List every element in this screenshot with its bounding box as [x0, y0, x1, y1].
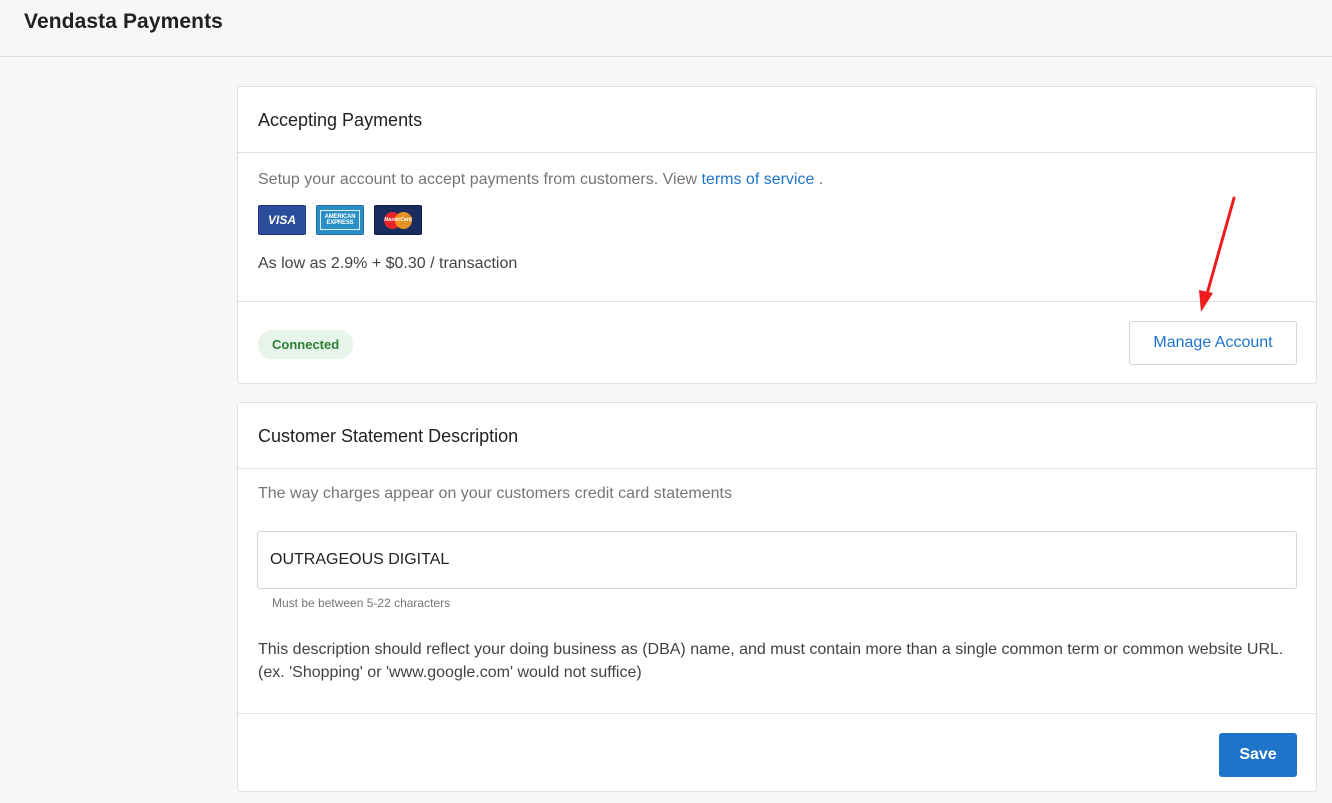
visa-icon: VISA: [258, 205, 306, 235]
visa-label: VISA: [267, 213, 296, 227]
statement-title: Customer Statement Description: [238, 403, 1316, 469]
statement-note: This description should reflect your doi…: [258, 641, 1284, 681]
statement-hint: Must be between 5-22 characters: [272, 596, 451, 610]
statement-description: The way charges appear on your customers…: [258, 485, 732, 502]
manage-account-button[interactable]: Manage Account: [1129, 321, 1297, 365]
accepting-payments-title: Accepting Payments: [238, 87, 1316, 153]
statement-descriptor-input[interactable]: OUTRAGEOUS DIGITAL: [257, 531, 1297, 589]
statement-footer: Save: [238, 713, 1316, 803]
terms-of-service-link[interactable]: terms of service: [701, 171, 814, 188]
accepting-payments-footer: Connected Manage Account: [238, 301, 1316, 383]
mastercard-label: MasterCard: [384, 217, 412, 223]
card-brands: VISA AMERICAN EXPRESS MasterCard: [258, 205, 1296, 235]
app-title: Vendasta Payments: [24, 10, 223, 33]
accepting-payments-body: Setup your account to accept payments fr…: [238, 153, 1316, 301]
amex-label: AMERICAN EXPRESS: [320, 210, 360, 230]
setup-text-lead: Setup your account to accept payments fr…: [258, 171, 702, 188]
top-bar: Vendasta Payments: [0, 0, 1332, 57]
setup-text: Setup your account to accept payments fr…: [258, 171, 1296, 189]
mastercard-icon: MasterCard: [374, 205, 422, 235]
save-button[interactable]: Save: [1219, 733, 1297, 777]
accepting-payments-card: Accepting Payments Setup your account to…: [237, 86, 1317, 384]
fee-text: As low as 2.9% + $0.30 / transaction: [258, 255, 518, 272]
setup-text-suffix: .: [814, 171, 824, 188]
statement-card: Customer Statement Description The way c…: [237, 402, 1317, 792]
american-express-icon: AMERICAN EXPRESS: [316, 205, 364, 235]
status-badge: Connected: [258, 330, 354, 359]
